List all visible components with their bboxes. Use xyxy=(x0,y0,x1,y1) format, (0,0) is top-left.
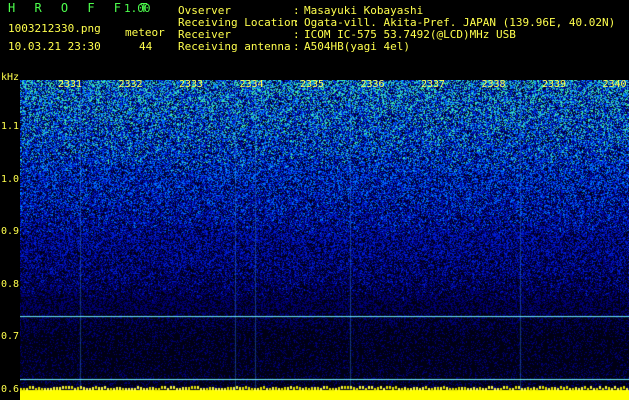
file-datetime: 10.03.21 23:30 xyxy=(8,40,101,53)
y-tick-label: 0.8 xyxy=(1,278,20,290)
y-tick-label: 0.9 xyxy=(1,226,20,238)
x-tick-label: 2336 xyxy=(360,79,385,90)
spectrogram-canvas xyxy=(20,80,629,400)
y-tick-label: 1.0 xyxy=(1,173,20,185)
meteor-label: meteor xyxy=(125,26,165,39)
x-tick-label: 2333 xyxy=(179,79,204,90)
x-tick-label: 2332 xyxy=(118,79,143,90)
meteor-count: 44 xyxy=(139,40,153,53)
x-tick-label: 2339 xyxy=(542,79,567,90)
x-tick-label: 2334 xyxy=(239,79,264,90)
file-name: 1003212330.png xyxy=(8,22,101,35)
x-tick-label: 2340 xyxy=(602,79,627,90)
spectrogram xyxy=(20,80,629,400)
meta-key-antenna: Receiving antenna xyxy=(178,40,291,53)
app-version: 1.00 xyxy=(124,2,151,15)
x-tick-label: 2338 xyxy=(481,79,506,90)
x-tick-label: 2331 xyxy=(58,79,83,90)
y-axis-unit: kHz xyxy=(1,72,20,83)
y-tick-label: 0.7 xyxy=(1,331,20,343)
meta-colon: : xyxy=(293,40,300,53)
meta-value-antenna: A504HB(yagi 4el) xyxy=(304,40,410,53)
x-tick-label: 2337 xyxy=(421,79,446,90)
y-tick-label: 1.1 xyxy=(1,121,20,133)
y-tick-label: 0.6 xyxy=(1,383,20,395)
x-tick-label: 2335 xyxy=(300,79,325,90)
